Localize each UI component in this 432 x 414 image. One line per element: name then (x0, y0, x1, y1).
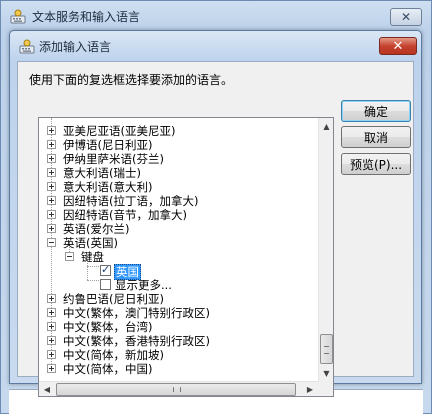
show-more-label: 显示更多... (115, 278, 172, 292)
tree-item-language[interactable]: 约鲁巴语(尼日利亚) (39, 292, 318, 306)
show-more-checkbox[interactable] (100, 279, 111, 290)
close-icon: ✕ (400, 10, 412, 24)
preview-button-label: 预览(P)... (349, 157, 403, 172)
keyboard-settings-icon (19, 39, 35, 54)
tree-item-language[interactable]: 中文(繁体，香港特别行政区) (39, 334, 318, 348)
language-label: 意大利语(瑞士) (63, 166, 141, 180)
collapse-icon[interactable] (65, 252, 74, 261)
close-icon: ✕ (392, 38, 404, 54)
vertical-scroll-thumb[interactable] (320, 334, 333, 364)
tree-item-language[interactable]: 亚美尼亚语(亚美尼亚) (39, 124, 318, 138)
language-label: 中文(简体，新加坡) (63, 348, 164, 362)
language-label: 中文(繁体，香港特别行政区) (63, 334, 210, 348)
cancel-button[interactable]: 取消 (341, 126, 411, 148)
tree-item-language[interactable]: 英语(爱尔兰) (39, 222, 318, 236)
dialog-close-button[interactable]: ✕ (379, 37, 417, 55)
scrollbar-corner (318, 381, 333, 396)
tree-item-language[interactable]: 意大利语(瑞士) (39, 166, 318, 180)
language-label: 英语(英国) (63, 236, 118, 250)
tree-item-language[interactable]: 伊博语(尼日利亚) (39, 138, 318, 152)
tree-item-language[interactable]: 意大利语(意大利) (39, 180, 318, 194)
scroll-up-arrow-icon[interactable]: ▲ (319, 118, 333, 134)
ok-button-label: 确定 (363, 104, 388, 119)
language-label: 因纽特语(拉丁语，加拿大) (63, 194, 199, 208)
cancel-button-label: 取消 (363, 130, 388, 145)
language-label: 因纽特语(音节，加拿大) (63, 208, 187, 222)
expand-icon[interactable] (47, 224, 56, 233)
preview-button[interactable]: 预览(P)... (341, 153, 411, 175)
vertical-scrollbar[interactable]: ▲ ▼ (318, 118, 333, 381)
expand-icon[interactable] (47, 364, 56, 373)
language-label: 英语(爱尔兰) (63, 222, 130, 236)
keyboard-layout-checkbox[interactable] (100, 263, 111, 277)
expand-icon[interactable] (47, 294, 56, 303)
language-label: 中文(繁体，澳门特别行政区) (63, 306, 210, 320)
tree-item-keyboard-group[interactable]: 键盘 (39, 250, 318, 264)
expand-icon[interactable] (47, 168, 56, 177)
collapse-icon[interactable] (47, 238, 56, 247)
expand-icon[interactable] (47, 336, 56, 345)
horizontal-scrollbar[interactable]: ◀ ▶ (39, 381, 318, 396)
keyboard-group-label: 键盘 (81, 250, 104, 264)
tree-item-language[interactable]: 伊纳里萨米语(芬兰) (39, 152, 318, 166)
expand-icon[interactable] (47, 322, 56, 331)
instruction-text: 使用下面的复选框选择要添加的语言。 (29, 73, 234, 87)
outer-window-title: 文本服务和输入语言 (32, 10, 141, 24)
expand-icon[interactable] (47, 210, 56, 219)
tree-item-language[interactable]: 中文(繁体，澳门特别行政区) (39, 306, 318, 320)
add-input-language-dialog: 添加输入语言 ✕ 使用下面的复选框选择要添加的语言。 确定 取消 预览(P)..… (9, 30, 422, 397)
expand-icon[interactable] (47, 182, 56, 191)
scroll-left-arrow-icon[interactable]: ◀ (39, 382, 55, 396)
expand-icon[interactable] (47, 126, 56, 135)
tree-item-language[interactable]: 中文(简体，新加坡) (39, 348, 318, 362)
language-label: 意大利语(意大利) (63, 180, 153, 194)
scroll-right-arrow-icon[interactable]: ▶ (302, 382, 318, 396)
language-label: 伊博语(尼日利亚) (63, 138, 153, 152)
tree-item-language[interactable]: 因纽特语(音节，加拿大) (39, 208, 318, 222)
ok-button[interactable]: 确定 (341, 100, 411, 122)
language-label: 中文(简体，中国) (63, 362, 153, 376)
expand-icon[interactable] (47, 350, 56, 359)
expand-icon[interactable] (47, 154, 56, 163)
tree-item-language[interactable]: 因纽特语(拉丁语，加拿大) (39, 194, 318, 208)
outer-titlebar[interactable]: 文本服务和输入语言 ✕ (1, 1, 431, 31)
keyboard-settings-icon (10, 9, 26, 24)
language-label: 亚美尼亚语(亚美尼亚) (63, 124, 176, 138)
dialog-content: 使用下面的复选框选择要添加的语言。 确定 取消 预览(P)... 亚美尼亚语(亚… (17, 61, 414, 397)
horizontal-scroll-thumb[interactable] (56, 383, 296, 396)
scroll-down-arrow-icon[interactable]: ▼ (319, 365, 333, 381)
language-label: 伊纳里萨米语(芬兰) (63, 152, 164, 166)
tree-item-language[interactable]: 中文(繁体，台湾) (39, 320, 318, 334)
language-tree[interactable]: 亚美尼亚语(亚美尼亚) 伊博语(尼日利亚) 伊纳里萨米语(芬兰) 意大利语(瑞士… (38, 117, 334, 397)
outer-close-button[interactable]: ✕ (390, 8, 422, 26)
tree-item-show-more[interactable]: 显示更多... (39, 278, 318, 292)
dialog-title: 添加输入语言 (39, 40, 112, 54)
tree-item-language[interactable]: 中文(简体，中国) (39, 362, 318, 376)
tree-item-keyboard-layout[interactable]: 英国 (39, 263, 318, 280)
tree-item-language-expanded[interactable]: 英语(英国) (39, 236, 318, 250)
expand-icon[interactable] (47, 308, 56, 317)
language-label: 中文(繁体，台湾) (63, 320, 153, 334)
language-label: 约鲁巴语(尼日利亚) (63, 292, 164, 306)
expand-icon[interactable] (47, 140, 56, 149)
expand-icon[interactable] (47, 196, 56, 205)
